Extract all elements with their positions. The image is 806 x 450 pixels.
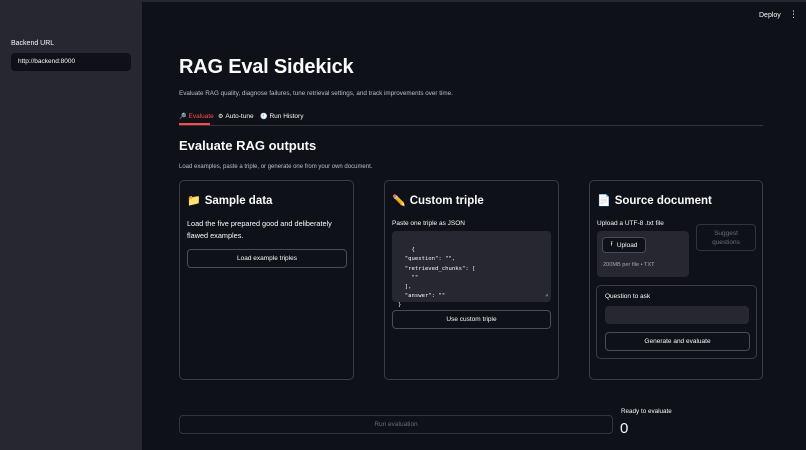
tab-bar: 🔎 Evaluate ⚙ Auto-tune 🕘 Run History (179, 111, 763, 126)
sample-data-card: 📁 Sample data Load the five prepared goo… (179, 180, 354, 380)
card-title: ✏️ Custom triple (392, 194, 484, 208)
card-title: 📄 Source document (597, 194, 712, 208)
upload-button[interactable]: ⭱ Upload (602, 237, 646, 253)
upload-icon: ⭱ (610, 240, 613, 248)
deploy-button[interactable]: Deploy (759, 12, 781, 19)
card-title: 📁 Sample data (187, 194, 273, 208)
folder-icon: 📁 (187, 195, 201, 207)
metric-label: Ready to evaluate (621, 408, 672, 415)
file-dropzone[interactable]: ⭱ Upload 200MB per file • TXT (597, 231, 689, 277)
tab-run-history[interactable]: 🕘 Run History (260, 111, 303, 121)
tab-auto-tune[interactable]: ⚙ Auto-tune (218, 111, 254, 121)
magnifier-icon: 🔎 (179, 113, 187, 120)
backend-url-input[interactable]: http://backend:8000 (11, 53, 131, 71)
card-title-text: Custom triple (409, 194, 484, 207)
upload-button-label: Upload (616, 241, 638, 249)
card-title-text: Sample data (204, 194, 273, 207)
section-title: Evaluate RAG outputs (179, 138, 317, 153)
suggest-questions-button[interactable]: Suggest questions (696, 224, 756, 251)
tab-label: Auto-tune (225, 112, 254, 120)
custom-triple-card: ✏️ Custom triple Paste one triple as JSO… (384, 180, 559, 380)
tab-evaluate[interactable]: 🔎 Evaluate (179, 111, 214, 121)
gear-icon: ⚙ (218, 113, 224, 120)
metric-value: 0 (620, 420, 629, 437)
json-field-label: Paste one triple as JSON (392, 220, 465, 227)
page-title: RAG Eval Sidekick (179, 56, 354, 78)
sidebar: Backend URL http://backend:8000 (0, 2, 142, 450)
pencil-icon: ✏️ (392, 195, 406, 207)
sample-description: Load the five prepared good and delibera… (187, 219, 332, 240)
page-subtitle: Evaluate RAG quality, diagnose failures,… (179, 90, 453, 97)
card-title-text: Source document (614, 194, 712, 207)
generate-evaluate-button[interactable]: Generate and evaluate (605, 332, 750, 351)
resize-handle-icon[interactable]: ◢ (545, 291, 548, 300)
json-textarea[interactable]: { "question": "", "retrieved_chunks": [ … (392, 231, 551, 308)
tab-label: Run History (269, 112, 304, 120)
active-tab-indicator (179, 123, 210, 125)
backend-url-label: Backend URL (11, 40, 55, 47)
use-custom-triple-button[interactable]: Use custom triple (392, 310, 551, 329)
clock-icon: 🕘 (260, 113, 268, 120)
question-panel: Question to ask Generate and evaluate (596, 285, 757, 359)
question-label: Question to ask (605, 293, 651, 300)
json-text: { "question": "", "retrieved_chunks": [ … (398, 247, 476, 309)
question-input[interactable] (605, 306, 749, 324)
source-document-card: 📄 Source document Upload a UTF-8 .txt fi… (589, 180, 763, 380)
load-examples-button[interactable]: Load example triples (187, 249, 347, 268)
document-icon: 📄 (597, 195, 611, 207)
upload-label: Upload a UTF-8 .txt file (597, 220, 664, 227)
section-caption: Load examples, paste a triple, or genera… (179, 164, 373, 170)
run-evaluation-button[interactable]: Run evaluation (179, 415, 613, 434)
tab-label: Evaluate (188, 112, 214, 120)
kebab-menu-icon[interactable]: ⋮ (789, 10, 798, 19)
upload-hint: 200MB per file • TXT (603, 262, 655, 268)
